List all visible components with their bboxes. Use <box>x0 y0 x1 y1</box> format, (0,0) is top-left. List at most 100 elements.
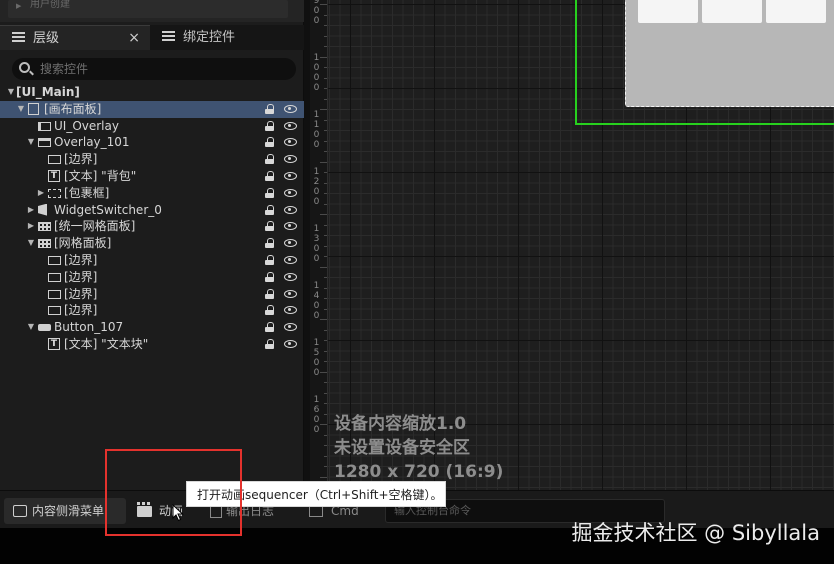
tree-row[interactable]: ▶ [统一网格面板] <box>0 218 304 235</box>
ruler-tick <box>324 193 327 194</box>
collapse-arrow-icon[interactable]: ▼ <box>16 101 26 118</box>
designer-canvas[interactable]: 9 0 01 0 0 01 1 0 01 2 0 01 3 0 01 4 0 0… <box>310 0 834 490</box>
border-icon <box>48 272 61 282</box>
lock-icon[interactable] <box>265 120 275 131</box>
search-input[interactable] <box>40 58 290 80</box>
tree-row[interactable]: ▼ [UI_Main] <box>0 84 304 101</box>
tree-row[interactable]: T [文本] "背包" <box>0 168 304 185</box>
lock-icon[interactable] <box>265 238 275 249</box>
lock-icon[interactable] <box>265 170 275 181</box>
visibility-eye-icon[interactable] <box>284 272 297 281</box>
expand-arrow-icon[interactable]: ▶ <box>26 202 36 219</box>
visibility-eye-icon[interactable] <box>284 155 297 164</box>
lock-icon[interactable] <box>265 137 275 148</box>
ruler-label: 1 1 0 0 <box>313 110 320 150</box>
visibility-eye-icon[interactable] <box>284 104 297 113</box>
palette-category-user-created[interactable]: ▶ 用户创建 <box>8 0 288 18</box>
visibility-eye-icon[interactable] <box>284 255 297 264</box>
close-icon[interactable]: × <box>128 26 140 51</box>
grid-panel-icon <box>38 239 51 249</box>
visibility-eye-icon[interactable] <box>284 323 297 332</box>
list-icon <box>162 31 175 42</box>
watermark-text: 掘金技术社区 @ Sibyllala <box>571 521 820 545</box>
ruler-tick <box>324 361 327 362</box>
ruler-tick <box>324 445 327 446</box>
expand-arrow-icon[interactable]: ▶ <box>36 185 46 202</box>
tree-row[interactable]: UI_Overlay <box>0 118 304 135</box>
tree-row[interactable]: [边界] <box>0 269 304 286</box>
tree-row-label: [边界] <box>64 152 98 167</box>
visibility-eye-icon[interactable] <box>284 306 297 315</box>
tree-row-label: Overlay_101 <box>54 135 130 150</box>
lock-icon[interactable] <box>265 338 275 349</box>
hierarchy-icon <box>12 32 25 43</box>
ruler-tick <box>324 35 327 37</box>
tree-row[interactable]: ▼ [网格面板] <box>0 235 304 252</box>
search-box <box>12 58 296 80</box>
visibility-eye-icon[interactable] <box>284 222 297 231</box>
ruler-tick <box>324 119 327 121</box>
lock-icon[interactable] <box>265 271 275 282</box>
visibility-eye-icon[interactable] <box>284 171 297 180</box>
lock-icon[interactable] <box>265 288 275 299</box>
ruler-tick <box>324 277 327 278</box>
ruler-tick <box>324 287 327 289</box>
collapse-arrow-icon[interactable]: ▼ <box>26 319 36 336</box>
lock-icon[interactable] <box>265 305 275 316</box>
visibility-eye-icon[interactable] <box>284 289 297 298</box>
collapse-arrow-icon[interactable]: ▼ <box>26 235 36 252</box>
content-drawer-label: 内容侧滑菜单 <box>32 504 105 518</box>
ruler-tick <box>324 172 327 173</box>
collapse-arrow-icon[interactable]: ▼ <box>26 134 36 151</box>
tree-row[interactable]: [边界] <box>0 252 304 269</box>
tree-row[interactable]: ▶ WidgetSwitcher_0 <box>0 202 304 219</box>
tree-row[interactable]: ▼ [画布面板] <box>0 100 304 118</box>
ruler-tick <box>320 4 327 5</box>
ruler-tick <box>324 88 327 89</box>
ruler-label: 1 6 0 0 <box>313 395 320 435</box>
tree-row-label: WidgetSwitcher_0 <box>54 202 162 217</box>
lock-icon[interactable] <box>265 187 275 198</box>
ruler-tick <box>324 256 327 257</box>
lock-icon[interactable] <box>265 204 275 215</box>
ruler-tick <box>324 308 327 310</box>
uniform-grid-icon <box>38 222 51 232</box>
text-icon: T <box>48 337 60 350</box>
tab-hierarchy-label: 层级 <box>33 31 60 46</box>
lock-icon[interactable] <box>265 221 275 232</box>
visibility-eye-icon[interactable] <box>284 138 297 147</box>
tree-row[interactable]: [边界] <box>0 302 304 319</box>
tree-row-label: [UI_Main] <box>16 85 80 99</box>
expand-arrow-icon[interactable]: ▶ <box>26 218 36 235</box>
tree-row[interactable]: [边界] <box>0 286 304 303</box>
collapse-arrow-icon[interactable]: ▼ <box>6 84 16 101</box>
hierarchy-panel: ▶ 用户创建 层级 × 绑定控件 ▼[UI_Main]▼[画布面板]UI_Ove… <box>0 0 304 490</box>
tab-bind-widgets-label: 绑定控件 <box>183 30 236 45</box>
tree-row[interactable]: ▶ [包裹框] <box>0 185 304 202</box>
lock-icon[interactable] <box>265 254 275 265</box>
tree-row[interactable]: ▼ Button_107 <box>0 319 304 336</box>
visibility-eye-icon[interactable] <box>284 239 297 248</box>
visibility-eye-icon[interactable] <box>284 339 297 348</box>
overlay-icon <box>38 138 51 148</box>
widget-preview-box[interactable] <box>625 0 834 107</box>
ruler-tick <box>324 46 327 47</box>
ruler-tick <box>324 329 327 331</box>
lock-icon[interactable] <box>265 103 275 114</box>
ruler-tick <box>324 67 327 68</box>
visibility-eye-icon[interactable] <box>284 188 297 197</box>
tree-row[interactable]: [边界] <box>0 151 304 168</box>
tree-row[interactable]: T [文本] "文本块" <box>0 336 304 353</box>
tree-row[interactable]: ▼ Overlay_101 <box>0 134 304 151</box>
visibility-eye-icon[interactable] <box>284 121 297 130</box>
ruler-tick <box>324 130 327 131</box>
widget-tree: ▼ [UI_Main] ▼ [画布面板] UI_Overlay ▼ Overlay_101[… <box>0 84 304 353</box>
tab-hierarchy[interactable]: 层级 × <box>0 25 150 50</box>
text-icon: T <box>48 169 60 182</box>
lock-icon[interactable] <box>265 322 275 333</box>
visibility-eye-icon[interactable] <box>284 205 297 214</box>
preview-tile <box>638 0 698 23</box>
lock-icon[interactable] <box>265 154 275 165</box>
tab-bind-widgets[interactable]: 绑定控件 <box>152 25 302 50</box>
screen-bounds-frame <box>575 0 834 125</box>
